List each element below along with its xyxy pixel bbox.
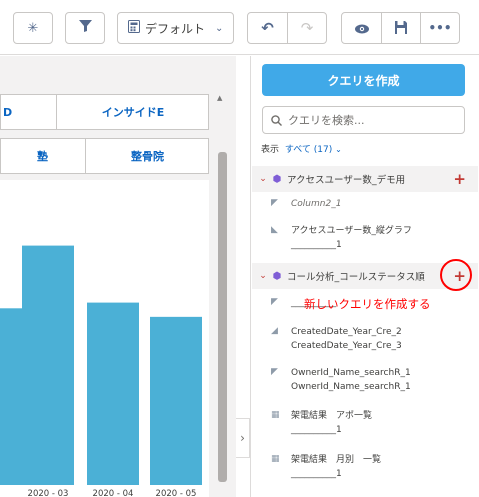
create-query-button[interactable]: クエリを作成: [262, 64, 465, 96]
query-item[interactable]: ▦ 架電結果 アポ一覧 __________1: [271, 409, 461, 437]
calculator-icon: [128, 19, 140, 37]
show-filter-value: すべて (17): [284, 145, 333, 155]
bar-chart-svg: 22020 - 032020 - 042020 - 05: [0, 245, 202, 497]
search-input[interactable]: [288, 113, 458, 127]
hexagon-icon: ⬢: [272, 270, 282, 282]
query-item[interactable]: ◣ アクセスユーザー数_縦グラフ __________1: [271, 224, 461, 252]
actions-group: •••: [341, 12, 460, 44]
query-item-label: 架電結果 月別 一覧: [291, 455, 382, 465]
query-item[interactable]: ◤ Column2_1: [271, 197, 461, 211]
chevron-right-icon: ›: [240, 431, 245, 445]
eye-icon: [354, 19, 369, 38]
query-item-label: アクセスユーザー数_縦グラフ: [291, 226, 412, 236]
chevron-down-icon[interactable]: ⌄: [256, 174, 270, 184]
asterisk-icon: ✳: [27, 20, 39, 36]
table-row: 塾 整骨院: [0, 138, 209, 174]
line-chart-icon: ◤: [271, 297, 278, 307]
chart-bar[interactable]: [0, 308, 22, 485]
chevron-down-icon: ⌄: [215, 22, 224, 34]
chart-bar[interactable]: [22, 245, 74, 485]
save-icon: [395, 19, 407, 38]
hexagon-icon: ⬢: [272, 173, 282, 185]
undo-icon: ↶: [261, 19, 274, 37]
line-chart-icon: ◤: [271, 198, 278, 208]
chevron-down-icon: ⌄: [335, 145, 342, 154]
line-chart-icon: ◤: [271, 367, 278, 377]
query-item-label: __________1: [291, 425, 342, 435]
dropdown-label: デフォルト: [145, 21, 206, 36]
x-tick-label: 2020 - 05: [156, 489, 197, 497]
query-item[interactable]: ▦ 架電結果 月別 一覧 __________1: [271, 453, 461, 481]
x-tick-label: 2020 - 04: [93, 489, 134, 497]
query-item-labels: Column2_1: [291, 197, 341, 211]
query-group-name: コール分析_コールステータス順: [287, 272, 425, 283]
more-button[interactable]: •••: [420, 13, 459, 43]
chevron-down-icon[interactable]: ⌄: [256, 271, 270, 281]
query-item-label: CreatedDate_Year_Cre_3: [291, 341, 402, 351]
scrollbar-thumb[interactable]: [218, 152, 227, 482]
show-filter-row: 表示 すべて (17) ⌄: [261, 142, 342, 155]
query-item[interactable]: ◢ CreatedDate_Year_Cre_2 CreatedDate_Year_…: [271, 325, 461, 353]
query-item[interactable]: ◤ OwnerId_Name_searchR_1 OwnerId_Name_sear…: [271, 366, 461, 394]
asterisk-button[interactable]: ✳: [13, 12, 53, 44]
area-chart-icon: ◢: [271, 326, 278, 336]
query-item-labels: CreatedDate_Year_Cre_2 CreatedDate_Year_C…: [291, 325, 402, 353]
query-item-labels: 架電結果 月別 一覧 __________1: [291, 453, 381, 481]
table-icon: ▦: [271, 410, 280, 420]
table-cell[interactable]: 塾: [1, 139, 84, 173]
chart-bar[interactable]: [150, 316, 202, 485]
query-item-label: OwnerId_Name_searchR_1: [291, 368, 411, 378]
show-filter-dropdown[interactable]: すべて (17) ⌄: [285, 145, 342, 155]
toolbar: ✳ デフォルト ⌄ ↶ ↷ •••: [0, 0, 479, 55]
preview-button[interactable]: [342, 13, 381, 43]
undo-button[interactable]: ↶: [248, 13, 287, 43]
dashboard-canvas: D インサイドE 塾 整骨院 22020 - 032020 - 042020 -…: [0, 56, 236, 497]
query-group-name: アクセスユーザー数_デモ用: [287, 175, 406, 186]
query-group[interactable]: ⌄ ⬢ アクセスユーザー数_デモ用 +: [252, 166, 478, 192]
bar-chart-icon: ◣: [271, 225, 278, 235]
history-group: ↶ ↷: [247, 12, 327, 44]
query-item-label: Column2_1: [291, 199, 342, 209]
filter-icon: [78, 20, 92, 36]
table-row: D インサイドE: [0, 94, 209, 130]
chart-bar[interactable]: [87, 302, 139, 485]
query-item-label: __________1: [291, 240, 342, 250]
layout-dropdown[interactable]: デフォルト ⌄: [117, 12, 234, 44]
table-icon: ▦: [271, 454, 280, 464]
query-item-label: __________1: [291, 469, 342, 479]
add-query-button[interactable]: +: [453, 170, 466, 188]
search-icon: [271, 111, 282, 130]
annotation-text: 新しいクエリを作成する: [304, 297, 431, 311]
query-item-label: 架電結果 アポ一覧: [291, 411, 373, 421]
query-item-labels: 架電結果 アポ一覧 __________1: [291, 409, 372, 437]
query-search: [262, 106, 465, 134]
collapse-panel-button[interactable]: ›: [236, 418, 250, 458]
more-icon: •••: [428, 21, 452, 35]
query-item-label: CreatedDate_Year_Cre_2: [291, 327, 402, 337]
query-item-labels: アクセスユーザー数_縦グラフ __________1: [291, 224, 412, 252]
bar-chart: 22020 - 032020 - 042020 - 05: [0, 180, 209, 497]
redo-button[interactable]: ↷: [287, 13, 326, 43]
x-tick-label: 2020 - 03: [28, 489, 69, 497]
table-cell[interactable]: D: [1, 95, 56, 129]
filter-button[interactable]: [65, 12, 105, 44]
show-label: 表示: [261, 145, 280, 155]
table-cell[interactable]: インサイドE: [57, 95, 209, 129]
save-button[interactable]: [381, 13, 420, 43]
redo-icon: ↷: [300, 19, 314, 37]
highlight-circle: [440, 259, 472, 291]
table-cell[interactable]: 整骨院: [86, 139, 209, 173]
query-item-labels: OwnerId_Name_searchR_1 OwnerId_Name_searc…: [291, 366, 411, 394]
scroll-up-icon[interactable]: ▲: [217, 94, 222, 102]
query-item-label: OwnerId_Name_searchR_1: [291, 382, 411, 392]
